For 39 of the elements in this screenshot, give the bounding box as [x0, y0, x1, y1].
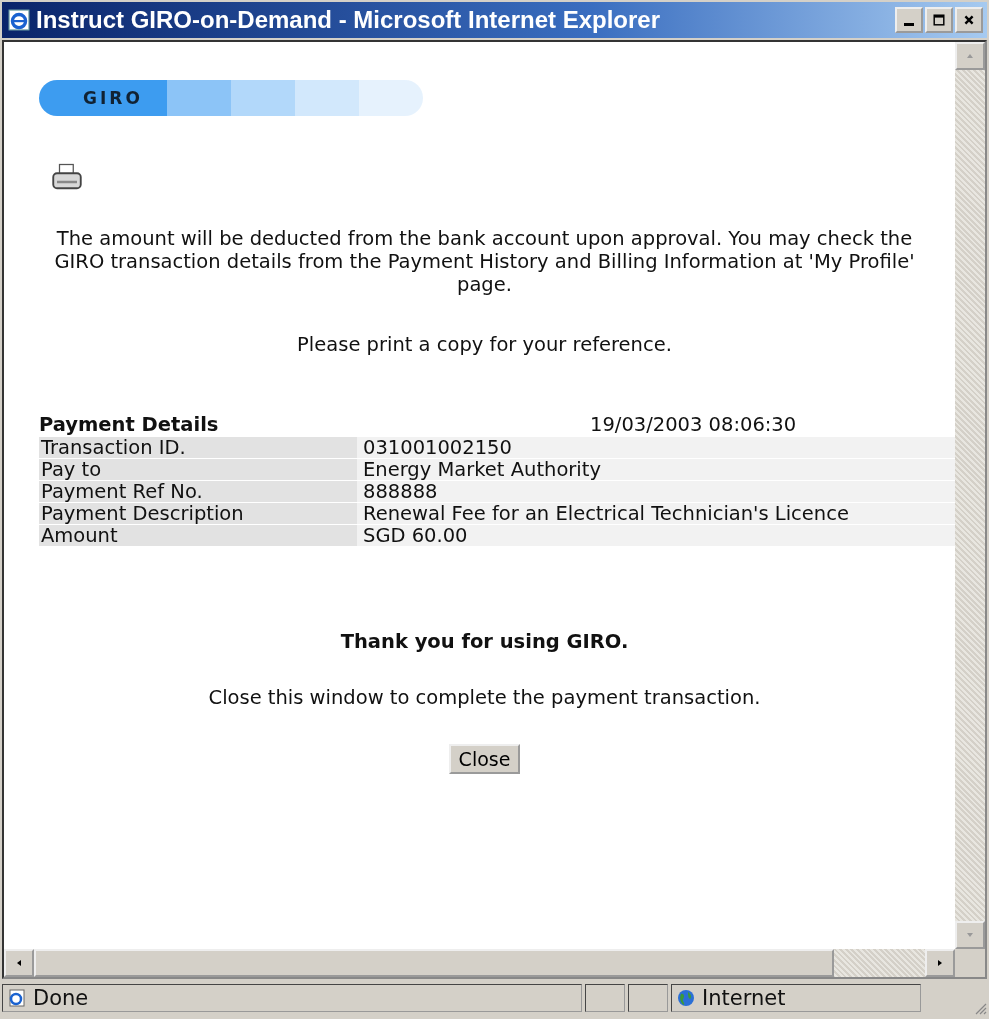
- field-value: 888888: [357, 480, 955, 502]
- status-pane: [628, 984, 668, 1012]
- field-label: Transaction ID.: [39, 436, 357, 458]
- info-paragraph: The amount will be deducted from the bank account upon approval. You may check the GIRO transaction details from the Payment History and Billing Information at 'My Profile' page.: [53, 227, 916, 296]
- banner-label: GIRO: [82, 87, 144, 110]
- status-text: Done: [33, 986, 89, 1010]
- scroll-left-button[interactable]: [4, 949, 34, 977]
- close-icon: [963, 14, 975, 26]
- browser-logo-icon: [8, 9, 30, 31]
- minimize-button[interactable]: [895, 7, 923, 33]
- field-value: SGD 60.00: [357, 524, 955, 546]
- maximize-icon: [933, 14, 945, 26]
- page-icon: [7, 988, 27, 1008]
- field-label: Amount: [39, 524, 357, 546]
- zone-text: Internet: [702, 986, 786, 1010]
- printer-icon[interactable]: [52, 163, 82, 191]
- scrollbar-corner: [955, 949, 985, 977]
- close-button[interactable]: [955, 7, 983, 33]
- field-value: Renewal Fee for an Electrical Technician's Licence: [357, 502, 955, 524]
- maximize-button[interactable]: [925, 7, 953, 33]
- scroll-right-button[interactable]: [925, 949, 955, 977]
- field-label: Payment Ref No.: [39, 480, 357, 502]
- field-value: 031001002150: [357, 436, 955, 458]
- minimize-icon: [904, 23, 914, 26]
- globe-icon: [676, 988, 696, 1008]
- print-note: Please print a copy for your reference.: [296, 333, 673, 356]
- resize-grip-icon[interactable]: [973, 1001, 987, 1015]
- close-window-button[interactable]: Close: [448, 744, 521, 774]
- scroll-down-button[interactable]: [955, 921, 985, 949]
- scroll-up-button[interactable]: [955, 42, 985, 70]
- timestamp: 19/03/2003 08:06:30: [590, 414, 797, 436]
- status-pane: [585, 984, 625, 1012]
- thank-you-text: Thank you for using GIRO.: [339, 630, 630, 653]
- window-title: Instruct GIRO-on-Demand - Microsoft Internet Explorer: [36, 6, 661, 34]
- field-label: Pay to: [39, 458, 357, 480]
- field-value: Energy Market Authority: [357, 458, 955, 480]
- close-note: Close this window to complete the payment transaction.: [207, 686, 762, 709]
- field-label: Payment Description: [39, 502, 357, 524]
- details-heading: Payment Details: [39, 414, 220, 436]
